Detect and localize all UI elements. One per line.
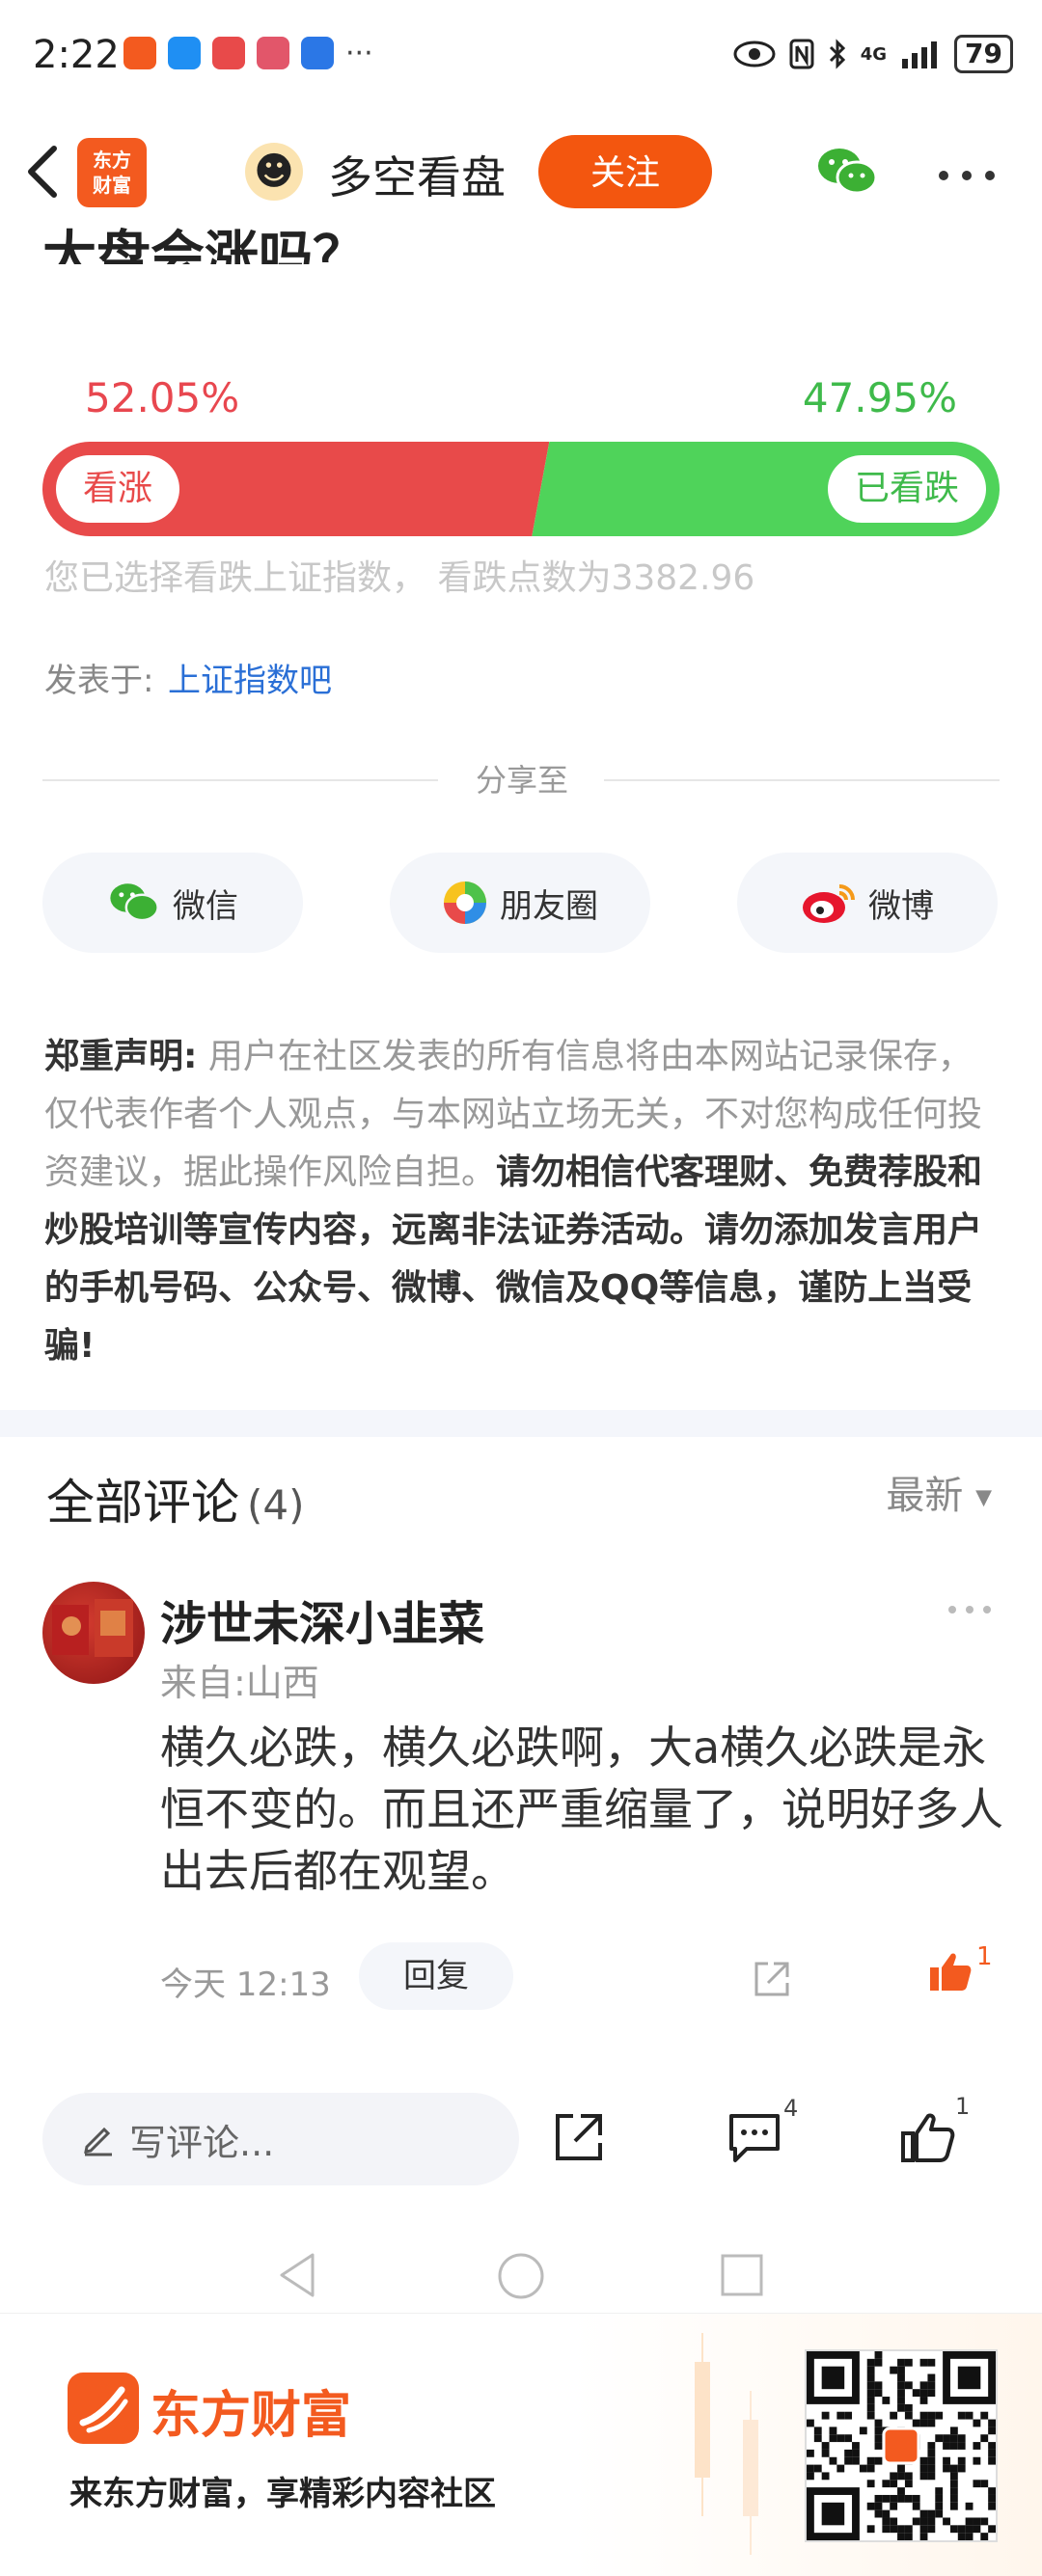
share-wechat-button[interactable]: 微信: [42, 853, 303, 953]
eastmoney-brand-name: 东方财富: [151, 2387, 352, 2445]
share-divider-left: [42, 779, 438, 781]
comments-title: 全部评论: [46, 1475, 239, 1531]
share-wechat-label: 微信: [173, 886, 238, 926]
moments-icon: [444, 881, 486, 924]
vote-bar: 看涨 已看跌: [42, 442, 1000, 536]
shop-notification-icon: [212, 37, 245, 69]
battery-level: 79: [954, 35, 1013, 73]
follow-button[interactable]: 关注: [538, 135, 712, 208]
commenter-name[interactable]: 涉世未深小韭菜: [160, 1586, 484, 1653]
posted-in-label: 发表于:: [44, 662, 154, 700]
vote-selection-note: 您已选择看跌上证指数， 看跌点数为3382.96: [44, 558, 755, 598]
status-indicators: 4G 79: [733, 35, 1013, 73]
alipay-notification-icon: [301, 37, 334, 69]
like-count-badge: 1: [955, 2093, 971, 2120]
post-title-partial: 大盘会涨吗？: [42, 226, 367, 264]
logo-text-top: 东方: [93, 149, 131, 172]
comments-header: 全部评论 (4): [46, 1464, 305, 1533]
back-arrow-icon[interactable]: [21, 143, 64, 201]
comment-count-badge: 4: [783, 2095, 799, 2122]
comment-icon: [729, 2114, 780, 2162]
commenter-avatar[interactable]: [42, 1582, 145, 1684]
thumbs-up-icon: [901, 2113, 955, 2162]
comment-text: 横久必跌，横久必跌啊，大a横久必跌是永恒不变的。而且还严重缩量了，说明好多人出去…: [160, 1722, 1003, 1897]
bluetooth-icon: [829, 39, 845, 69]
share-weibo-label: 微博: [868, 886, 934, 926]
candlestick-decoration: [695, 2333, 758, 2555]
comment-share-icon[interactable]: [751, 1958, 793, 2000]
logo-text-bottom: 财富: [93, 174, 131, 197]
system-back-icon[interactable]: [276, 2251, 318, 2299]
bearish-percentage: 47.95%: [802, 374, 957, 421]
disclaimer-heading: 郑重声明:: [44, 1037, 198, 1076]
qr-code-image: [807, 2351, 996, 2540]
write-comment-placeholder: 写评论...: [129, 2121, 275, 2164]
nfc-icon: [789, 39, 814, 69]
reply-button[interactable]: 回复: [359, 1942, 513, 2010]
wechat-icon: [110, 883, 159, 922]
footer-slogan: 来东方财富，享精彩内容社区: [69, 2475, 496, 2513]
status-app-icons: ···: [123, 37, 373, 70]
bullish-percentage: 52.05%: [85, 374, 240, 421]
caret-down-icon: ▼: [975, 1485, 992, 1510]
share-divider-right: [604, 779, 1000, 781]
brand-mark-icon: [79, 2386, 128, 2433]
status-bar: 2:22 ··· 4G 79: [0, 0, 1042, 106]
forum-link[interactable]: 上证指数吧: [168, 654, 332, 701]
system-recents-icon[interactable]: [720, 2253, 764, 2297]
status-time: 2:22: [33, 33, 120, 77]
comments-count: (4): [247, 1481, 305, 1529]
like-button[interactable]: 1: [899, 2093, 970, 2170]
app-notification-icon: [123, 37, 156, 69]
comment-time: 今天 12:13: [160, 1966, 331, 2004]
eastmoney-brand-icon: [68, 2373, 139, 2444]
signal-icon: [902, 41, 938, 68]
section-divider: [0, 1410, 1042, 1437]
weibo-icon: [803, 884, 855, 923]
wechat-share-icon[interactable]: [816, 145, 878, 199]
game-notification-icon: [257, 37, 289, 69]
write-comment-input[interactable]: 写评论...: [42, 2093, 519, 2185]
commenter-location: 来自:山西: [160, 1662, 319, 1704]
comment-count-button[interactable]: 4: [726, 2095, 798, 2170]
system-home-icon[interactable]: [496, 2251, 546, 2301]
qr-code[interactable]: [805, 2349, 998, 2542]
disclaimer: 郑重声明: 用户在社区发表的所有信息将由本网站记录保存，仅代表作者个人观点，与本…: [44, 1028, 1000, 1375]
comment-more-icon[interactable]: [947, 1605, 992, 1614]
bearish-selected-button[interactable]: 已看跌: [828, 455, 986, 523]
sort-label: 最新: [886, 1474, 964, 1518]
eastmoney-logo[interactable]: 东方 财富: [77, 138, 147, 207]
more-options-icon[interactable]: [938, 170, 996, 181]
avatar-image: [52, 1599, 133, 1657]
system-navigation-bar: [0, 2228, 1042, 2320]
sort-dropdown[interactable]: 最新 ▼: [886, 1464, 992, 1520]
channel-avatar[interactable]: ☻: [245, 143, 303, 201]
comment-like-count: 1: [976, 1942, 993, 1971]
message-notification-icon: [168, 37, 201, 69]
share-weibo-button[interactable]: 微博: [737, 853, 998, 953]
bullish-button[interactable]: 看涨: [56, 455, 179, 523]
pencil-icon: [84, 2127, 112, 2156]
comment-like-icon[interactable]: [928, 1950, 973, 1993]
eye-icon: [733, 41, 776, 68]
share-icon[interactable]: [550, 2108, 608, 2166]
network-type: 4G: [860, 43, 888, 65]
page-title: 多空看盘: [328, 151, 506, 203]
share-moments-label: 朋友圈: [500, 886, 598, 926]
share-title: 分享至: [475, 762, 568, 799]
share-moments-button[interactable]: 朋友圈: [390, 853, 650, 953]
more-notifications: ···: [345, 37, 373, 70]
